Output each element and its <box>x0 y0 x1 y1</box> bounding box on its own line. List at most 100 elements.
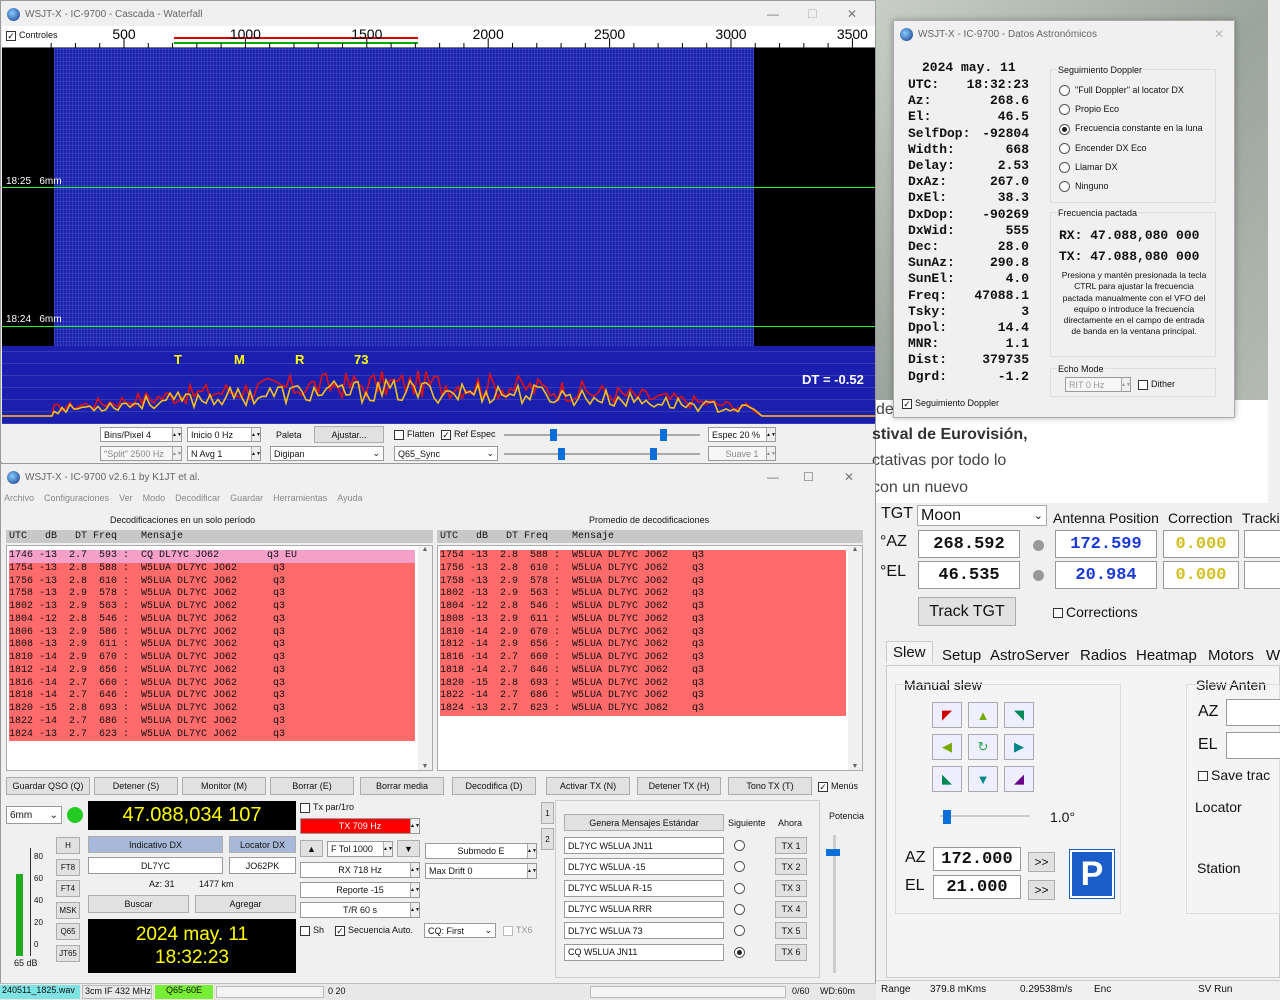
dx-grid-input[interactable]: JO62PK <box>229 857 296 874</box>
mode-button-jt65[interactable]: JT65 <box>56 945 80 962</box>
tx6-button[interactable]: TX 6 <box>775 943 807 961</box>
step-slider-track[interactable] <box>940 815 1030 817</box>
borrar-media-button[interactable]: Borrar media <box>360 777 444 795</box>
bins-pixel-spinbox[interactable]: Bins/Pixel 4 ▲▼ <box>100 427 182 442</box>
dx-call-input[interactable]: DL7YC <box>88 857 223 874</box>
az-go-button[interactable]: >> <box>1028 852 1055 872</box>
decode-row[interactable]: 1810 -14 2.9 670 : W5LUA DL7YC JO62 q3 <box>440 626 846 640</box>
submodo-spinbox[interactable]: Submodo E ▲▼ <box>425 843 537 859</box>
agregar-button[interactable]: Agregar <box>195 895 296 913</box>
cq-decode-row[interactable]: 1746 -13 2.7 593 : CQ DL7YC JO62 q3 EU <box>9 550 415 563</box>
left-scrollbar[interactable]: ▲ ▼ <box>418 546 432 770</box>
decode-row[interactable]: 1812 -14 2.9 656 : W5LUA DL7YC JO62 q3 <box>9 664 415 678</box>
tx2-button[interactable]: TX 2 <box>775 858 807 876</box>
tx-message-input[interactable]: DL7YC W5LUA 73 <box>564 922 724 940</box>
park-icon[interactable]: P <box>1069 849 1115 899</box>
secuencia-checkbox[interactable]: ✓ Secuencia Auto. <box>335 925 413 936</box>
next-message-radio[interactable] <box>734 840 745 851</box>
maximize-icon[interactable]: ☐ <box>803 464 814 490</box>
ref-espec-checkbox[interactable]: ✓ Ref Espec <box>441 429 496 440</box>
slew-down-right-icon[interactable]: ◢ <box>1004 766 1034 792</box>
zero2-slider-handle[interactable] <box>558 448 565 460</box>
decode-row[interactable]: 1756 -13 2.8 610 : W5LUA DL7YC JO62 q3 <box>440 562 846 576</box>
decode-row[interactable]: 1758 -13 2.9 578 : W5LUA DL7YC JO62 q3 <box>9 588 415 601</box>
espec-spinbox[interactable]: Espec 20 % ▲▼ <box>708 427 776 442</box>
genera-mensajes-button[interactable]: Genera Mensajes Estándar <box>564 814 724 831</box>
seguimiento-checkbox[interactable]: ✓ Seguimiento Doppler <box>902 398 999 409</box>
gain-slider-handle[interactable] <box>550 429 557 441</box>
step-slider-handle[interactable] <box>943 810 951 824</box>
decode-row[interactable]: 1754 -13 2.8 588 : W5LUA DL7YC JO62 q3 <box>440 550 846 563</box>
mode-button-msk[interactable]: MSK <box>56 901 80 919</box>
tono-tx-t-button[interactable]: Tono TX (T) <box>728 777 812 795</box>
doppler-option-radio[interactable]: Llamar DX <box>1059 162 1118 173</box>
decode-row[interactable]: 1816 -14 2.7 660 : W5LUA DL7YC JO62 q3 <box>9 677 415 691</box>
decode-row[interactable]: 1802 -13 2.9 563 : W5LUA DL7YC JO62 q3 <box>440 588 846 601</box>
inicio-spinbox[interactable]: Inicio 0 Hz ▲▼ <box>187 427 261 442</box>
decode-row[interactable]: 1818 -14 2.7 646 : W5LUA DL7YC JO62 q3 <box>440 664 846 678</box>
decode-row[interactable]: 1816 -14 2.7 660 : W5LUA DL7YC JO62 q3 <box>440 652 846 665</box>
tab-1[interactable]: 1 <box>541 802 554 824</box>
tab-motors[interactable]: Motors <box>1202 645 1260 666</box>
close-icon[interactable]: ✕ <box>844 464 854 490</box>
decode-row[interactable]: 1812 -14 2.9 656 : W5LUA DL7YC JO62 q3 <box>440 639 846 652</box>
decode-row[interactable]: 1820 -15 2.8 693 : W5LUA DL7YC JO62 q3 <box>440 677 846 691</box>
tab-astroserver[interactable]: AstroServer <box>984 645 1075 666</box>
right-scrollbar[interactable]: ▲ ▼ <box>848 546 862 770</box>
mode-button-ft8[interactable]: FT8 <box>56 858 80 876</box>
doppler-option-radio[interactable]: Encender DX Eco <box>1059 143 1147 154</box>
decode-row[interactable]: 1806 -13 2.9 586 : W5LUA DL7YC JO62 q3 <box>9 626 415 640</box>
doppler-option-radio[interactable]: "Full Doppler" al locator DX <box>1059 85 1184 97</box>
menu-item-guardar[interactable]: Guardar <box>230 493 263 505</box>
gain2-slider-handle[interactable] <box>650 448 657 460</box>
cq-first-select[interactable]: CQ: First ⌄ <box>424 923 496 938</box>
browser-scrollbar[interactable] <box>1268 0 1280 503</box>
tx-par-checkbox[interactable]: Tx par/1ro <box>300 802 354 813</box>
slew-down-left-icon[interactable]: ◣ <box>932 766 962 792</box>
next-message-radio[interactable] <box>734 882 745 894</box>
power-slider-handle[interactable] <box>826 849 840 856</box>
zero-slider-track[interactable] <box>504 453 700 455</box>
decode-row[interactable]: 1804 -12 2.8 546 : W5LUA DL7YC JO62 q3 <box>440 601 846 614</box>
tr-period-spinbox[interactable]: T/R 60 s ▲▼ <box>300 902 420 918</box>
tab-2[interactable]: 2 <box>541 828 554 850</box>
decode-row[interactable]: 1756 -13 2.8 610 : W5LUA DL7YC JO62 q3 <box>9 575 415 589</box>
tx3-button[interactable]: TX 3 <box>775 879 807 897</box>
suave-spinbox[interactable]: Suave 1 ▲▼ <box>708 446 776 461</box>
next-message-radio[interactable] <box>734 903 745 915</box>
decodifica-d-button[interactable]: Decodifica (D) <box>452 777 536 795</box>
doppler-option-radio[interactable]: Ninguno <box>1059 181 1109 193</box>
split-spinbox[interactable]: "Split" 2500 Hz ▲▼ <box>100 446 182 461</box>
max-drift-spinbox[interactable]: Max Drift 0 ▲▼ <box>425 863 537 879</box>
mode-select[interactable]: Q65_Sync ⌄ <box>394 446 498 461</box>
decode-row[interactable]: 1820 -15 2.8 693 : W5LUA DL7YC JO62 q3 <box>9 703 415 716</box>
mode-button-q65[interactable]: Q65 <box>56 923 80 941</box>
rit-spinbox[interactable]: RIT 0 Hz ▲▼ <box>1065 377 1131 392</box>
decode-row[interactable]: 1818 -14 2.7 646 : W5LUA DL7YC JO62 q3 <box>9 690 415 703</box>
zero-slider-handle[interactable] <box>660 429 667 441</box>
slew-az-input[interactable] <box>1226 699 1280 726</box>
menu-item-ver[interactable]: Ver <box>119 493 133 505</box>
minimize-icon[interactable]: — <box>767 1 779 27</box>
decode-row[interactable]: 1808 -13 2.9 611 : W5LUA DL7YC JO62 q3 <box>440 613 846 627</box>
flatten-checkbox[interactable]: Flatten <box>394 429 435 440</box>
menu-item-archivo[interactable]: Archivo <box>4 493 34 505</box>
detener-s-button[interactable]: Detener (S) <box>94 777 178 795</box>
mode-button-ft4[interactable]: FT4 <box>56 880 80 898</box>
close-icon[interactable]: ✕ <box>1214 21 1224 47</box>
mode-button-h[interactable]: H <box>56 837 80 854</box>
palette-select[interactable]: Digipan ⌄ <box>270 446 384 461</box>
menus-checkbox[interactable]: ✓ Menús <box>818 781 858 792</box>
tx-message-input[interactable]: CQ W5LUA JN11 <box>564 943 724 961</box>
decode-row[interactable]: 1824 -13 2.7 623 : W5LUA DL7YC JO62 q3 <box>440 703 846 716</box>
decode-row[interactable]: 1822 -14 2.7 686 : W5LUA DL7YC JO62 q3 <box>9 715 415 729</box>
tx6-checkbox[interactable]: TX6 <box>503 925 533 936</box>
band-select[interactable]: 6mm ⌄ <box>6 806 62 824</box>
tx-message-input[interactable]: DL7YC W5LUA RRR <box>564 900 724 918</box>
reporte-spinbox[interactable]: Reporte -15 ▲▼ <box>300 882 420 898</box>
tx4-button[interactable]: TX 4 <box>775 900 807 918</box>
activar-tx-n-button[interactable]: Activar TX (N) <box>546 777 630 795</box>
tx5-button[interactable]: TX 5 <box>775 922 807 940</box>
navg-spinbox[interactable]: N Avg 1 ▲▼ <box>187 446 261 461</box>
doppler-option-radio[interactable]: Frecuencia constante en la luna <box>1059 123 1203 135</box>
